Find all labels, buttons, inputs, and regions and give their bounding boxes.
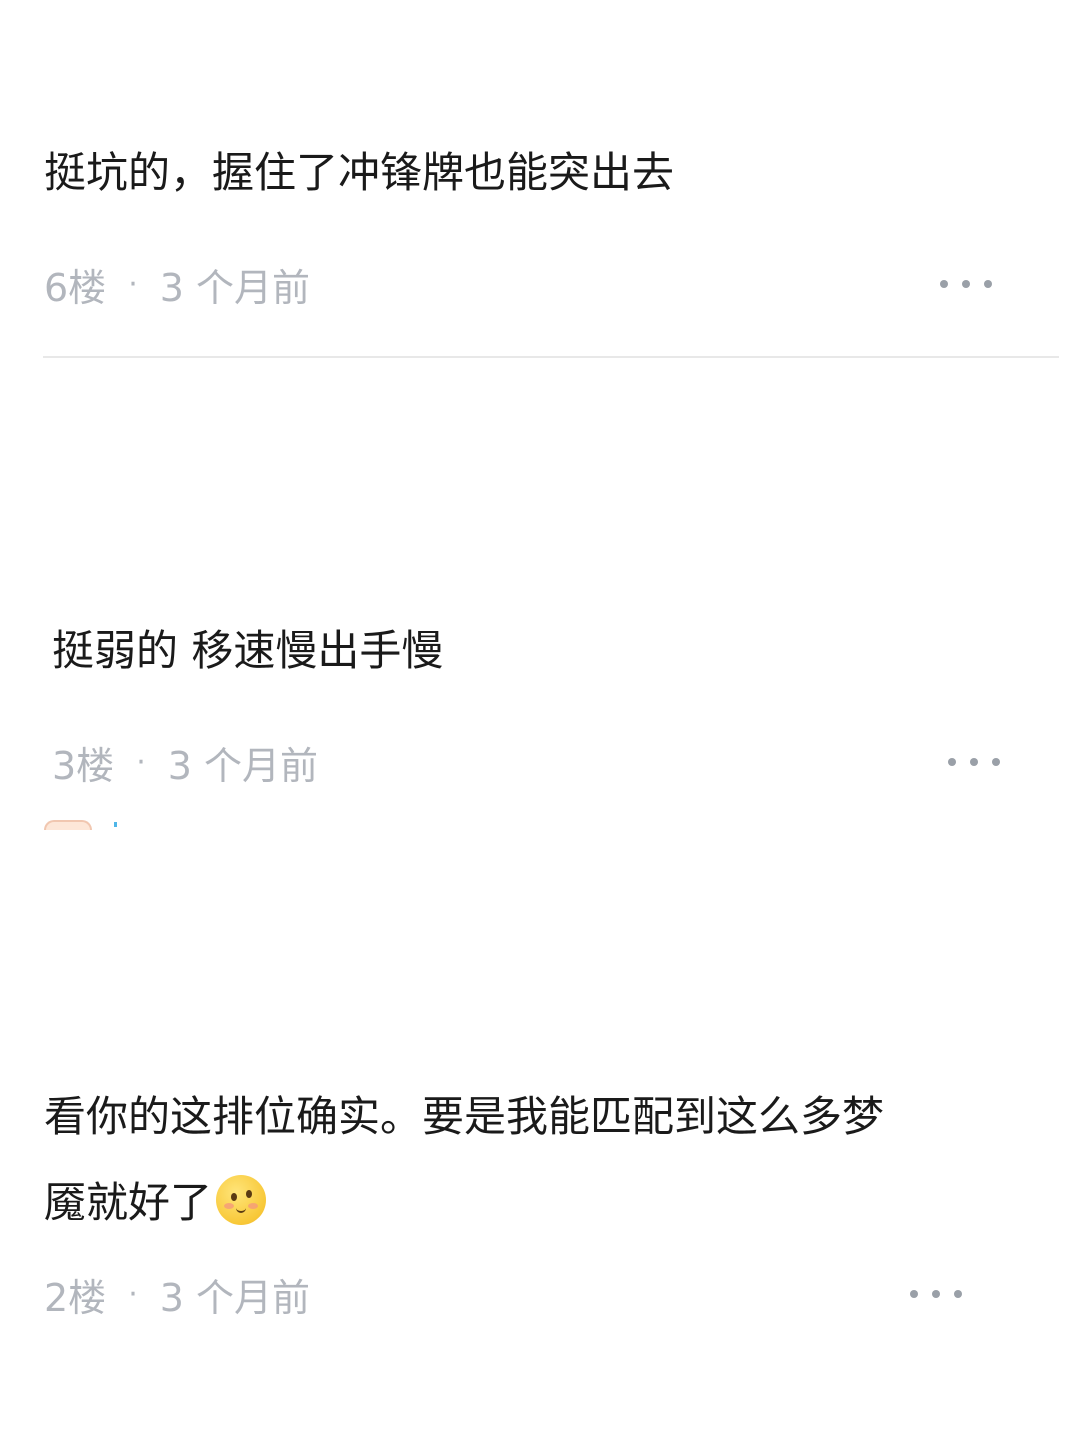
meta-separator: · bbox=[136, 744, 146, 780]
comment-meta: 6楼 · 3 个月前 bbox=[44, 254, 310, 314]
comment-meta: 3楼 · 3 个月前 bbox=[52, 732, 318, 792]
more-horizontal-icon[interactable] bbox=[940, 269, 992, 299]
floor-number: 2楼 bbox=[44, 1275, 107, 1320]
comment-time: 3 个月前 bbox=[159, 265, 310, 310]
comment-time: 3 个月前 bbox=[159, 1275, 310, 1320]
more-horizontal-icon[interactable] bbox=[948, 747, 1000, 777]
more-horizontal-icon[interactable] bbox=[910, 1279, 962, 1309]
smiling-face-emoji-icon bbox=[216, 1175, 267, 1225]
divider bbox=[43, 356, 1059, 358]
floor-number: 6楼 bbox=[44, 265, 107, 310]
comment-text: 看你的这排位确实。要是我能匹配到这么多梦 魇就好了 bbox=[44, 1074, 1004, 1246]
comment-text-line1: 看你的这排位确实。要是我能匹配到这么多梦 bbox=[44, 1092, 885, 1141]
avatar bbox=[44, 820, 92, 830]
meta-separator: · bbox=[128, 1276, 138, 1312]
meta-separator: · bbox=[128, 266, 138, 302]
comment-meta: 2楼 · 3 个月前 bbox=[44, 1264, 310, 1324]
comment-time: 3 个月前 bbox=[167, 743, 318, 788]
comment-text: 挺坑的，握住了冲锋牌也能突出去 bbox=[44, 148, 675, 197]
floor-number: 3楼 bbox=[52, 743, 115, 788]
comment-text: 挺弱的 移速慢出手慢 bbox=[52, 626, 444, 675]
clipped-username-mark bbox=[114, 822, 117, 827]
comment-text-line2: 魇就好了 bbox=[44, 1178, 213, 1227]
